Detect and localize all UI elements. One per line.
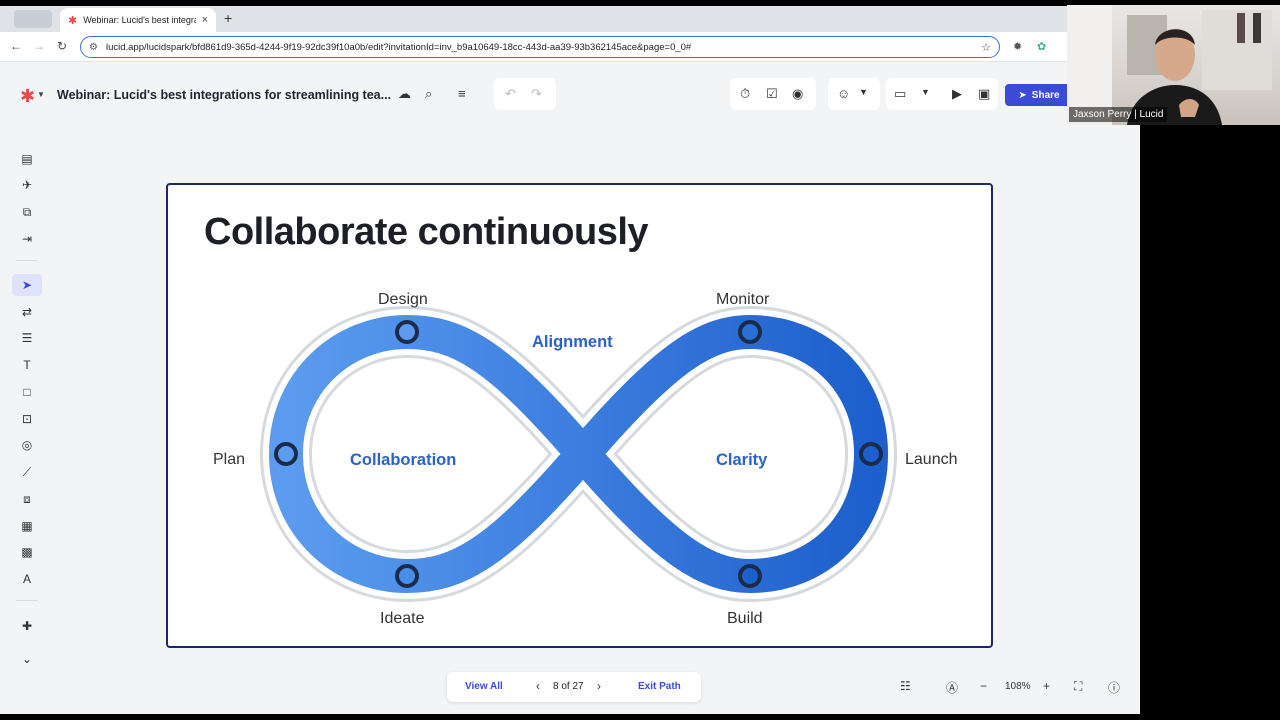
reload-icon[interactable]: ↻ — [57, 39, 67, 53]
back-arrow-icon[interactable]: ← — [10, 39, 22, 53]
fit-screen-icon[interactable]: ⛶ — [1074, 679, 1082, 694]
menu-icon[interactable]: ≡ — [458, 86, 466, 101]
node-monitor — [738, 320, 762, 344]
label-ideate: Ideate — [380, 610, 425, 627]
rail-divider — [16, 260, 38, 261]
timer-icon[interactable]: ⏱ — [740, 86, 750, 102]
exit-path-button[interactable]: Exit Path — [638, 681, 681, 692]
present-tools-group: ▭ ▼ ▶ ▣ — [886, 78, 998, 110]
infinity-loop-diagram — [260, 306, 897, 602]
url-field[interactable]: ⚙ lucid.app/lucidspark/bfd861d9-365d-424… — [80, 36, 1000, 58]
forward-arrow-icon[interactable]: → — [33, 39, 45, 53]
zoom-out-icon[interactable]: − — [980, 679, 987, 693]
cloud-save-icon[interactable]: ☁ — [398, 86, 411, 102]
lucid-logo-icon[interactable]: ✱ — [20, 86, 35, 107]
chevron-down-icon[interactable]: ▼ — [37, 90, 45, 99]
incognito-icon[interactable]: ◉ — [792, 86, 803, 102]
site-settings-icon[interactable]: ⚙ — [89, 42, 98, 53]
url-text: lucid.app/lucidspark/bfd861d9-365d-4244-… — [105, 41, 692, 53]
zoom-controls: ☷ Ⓐ − 108% + ⛶ ⓘ — [888, 672, 1134, 702]
accessibility-icon[interactable]: Ⓐ — [946, 679, 958, 696]
collab-tools-group: ⏱ ☑ ◉ — [730, 78, 816, 110]
help-icon[interactable]: ⓘ — [1108, 679, 1120, 696]
image-tool-icon[interactable]: ▩ — [12, 541, 42, 563]
outline-list-icon[interactable]: ☷ — [900, 679, 911, 693]
comment-icon[interactable]: ▭ — [894, 86, 906, 102]
chevron-down-icon[interactable]: ⌄ — [12, 648, 42, 670]
address-bar: ← → ↻ ⚙ lucid.app/lucidspark/bfd861d9-36… — [0, 32, 1140, 62]
label-clarity: Clarity — [716, 451, 768, 469]
collaborators-group: ☺ ▼ — [828, 78, 880, 110]
browser-window: ✱ Webinar: Lucid's best integra × + ← → … — [0, 6, 1140, 714]
select-tool-icon[interactable]: ➤ — [12, 274, 42, 296]
lucid-favicon-icon: ✱ — [68, 14, 78, 27]
extension-flower-icon[interactable]: ✿ — [1037, 40, 1046, 53]
label-collaboration: Collaboration — [350, 451, 457, 469]
rail-divider — [16, 600, 38, 601]
page-position: 8 of 27 — [553, 681, 584, 692]
path-navigation: View All ‹ 8 of 27 › Exit Path — [447, 672, 701, 702]
text-tool-icon[interactable]: T — [12, 354, 42, 376]
line-tool-icon[interactable]: ⟋ — [12, 461, 42, 483]
slide-canvas[interactable]: Collaborate continuously Design Monitor … — [166, 183, 993, 648]
zoom-in-icon[interactable]: + — [1043, 679, 1050, 693]
node-design — [395, 320, 419, 344]
zoom-level[interactable]: 108% — [1005, 681, 1031, 692]
apps-icon[interactable]: ✚ — [12, 615, 42, 637]
view-all-button[interactable]: View All — [465, 681, 503, 692]
container-tool-icon[interactable]: ⧈ — [12, 488, 42, 510]
label-monitor: Monitor — [716, 291, 770, 308]
send-icon: ➤ — [1018, 89, 1027, 101]
label-build: Build — [727, 610, 763, 627]
connector-tool-icon[interactable]: ⇄ — [12, 301, 42, 323]
webcam-overlay: Jaxson Perry | Lucid — [1067, 5, 1280, 125]
node-launch — [859, 442, 883, 466]
bookmark-star-icon[interactable]: ☆ — [981, 41, 991, 54]
label-plan: Plan — [213, 451, 246, 468]
search-icon[interactable]: ⌕ — [425, 86, 432, 102]
undo-icon[interactable]: ↶ — [505, 86, 516, 102]
undo-redo-group: ↶ ↷ — [494, 78, 556, 110]
label-alignment: Alignment — [532, 333, 613, 351]
present-icon[interactable]: ▶ — [952, 86, 962, 102]
vote-icon[interactable]: ☑ — [766, 86, 778, 102]
draw-tool-icon[interactable]: A — [12, 568, 42, 590]
chevron-down-icon[interactable]: ▼ — [859, 87, 868, 97]
share-label: Share — [1031, 89, 1060, 101]
node-ideate — [395, 564, 419, 588]
templates-icon[interactable]: ▤ — [12, 148, 42, 170]
chevron-down-icon[interactable]: ▼ — [921, 87, 930, 97]
note-tool-icon[interactable]: ⊡ — [12, 408, 42, 430]
tab-close-icon[interactable]: × — [202, 14, 208, 26]
browser-tab[interactable]: ✱ Webinar: Lucid's best integra × — [60, 8, 216, 32]
extension-gear-icon[interactable]: ✹ — [1013, 40, 1022, 53]
import-icon[interactable]: ⇥ — [12, 228, 42, 250]
node-build — [738, 564, 762, 588]
chevron-right-icon[interactable]: › — [597, 679, 601, 693]
redo-icon[interactable]: ↷ — [531, 86, 542, 102]
rocket-icon[interactable]: ✈ — [12, 174, 42, 196]
frame-icon[interactable]: ⧉ — [12, 201, 42, 223]
node-plan — [274, 442, 298, 466]
video-icon[interactable]: ▣ — [978, 86, 990, 102]
shapes-library-icon[interactable]: ◎ — [12, 434, 42, 456]
tab-title: Webinar: Lucid's best integra — [83, 15, 196, 25]
label-launch: Launch — [905, 451, 958, 468]
share-button[interactable]: ➤ Share — [1005, 84, 1073, 106]
participant-name: Jaxson Perry | Lucid — [1069, 107, 1168, 122]
label-design: Design — [378, 291, 428, 308]
chevron-left-icon[interactable]: ‹ — [536, 679, 540, 693]
tab-bar: ✱ Webinar: Lucid's best integra × + — [0, 6, 1140, 32]
lucid-toolbar: ✱ ▼ Webinar: Lucid's best integrations f… — [0, 62, 1140, 118]
sticky-tool-icon[interactable]: ☰ — [12, 327, 42, 349]
tab-sidebar-toggle[interactable] — [14, 10, 52, 28]
new-tab-button[interactable]: + — [224, 10, 232, 26]
collaborators-icon[interactable]: ☺ — [837, 86, 850, 101]
shape-tool-icon[interactable]: □ — [12, 381, 42, 403]
card-tool-icon[interactable]: ▦ — [12, 515, 42, 537]
document-title[interactable]: Webinar: Lucid's best integrations for s… — [57, 88, 391, 102]
